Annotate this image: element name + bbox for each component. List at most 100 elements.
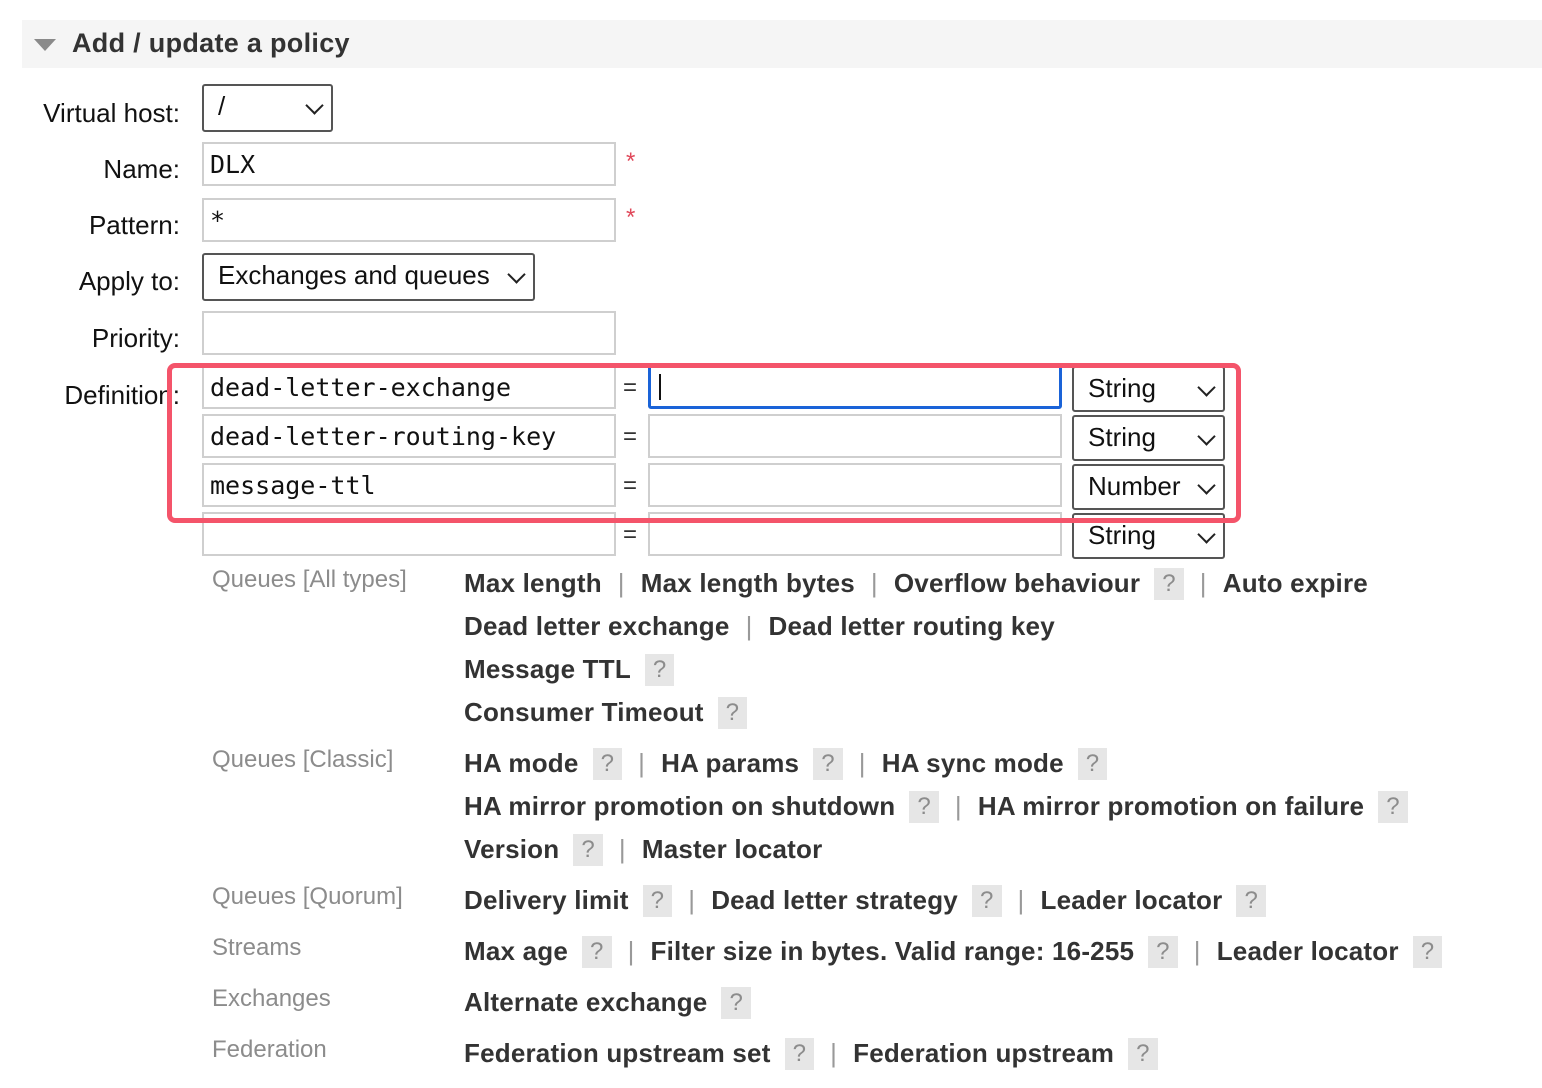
option-ha-promotion-failure[interactable]: HA mirror promotion on failure (978, 791, 1364, 821)
option-ha-mode[interactable]: HA mode (464, 748, 579, 778)
option-max-length[interactable]: Max length (464, 568, 602, 598)
equals-sign: = (623, 423, 638, 450)
pattern-label: Pattern: (88, 210, 180, 240)
group-label-queues-all: Queues [All types] (212, 566, 407, 593)
options-line: Message TTL? (464, 654, 675, 686)
option-alternate-exchange[interactable]: Alternate exchange (464, 987, 707, 1017)
options-line: Version? | Master locator (464, 834, 822, 866)
definition-type-value: String (1088, 373, 1156, 403)
help-button[interactable]: ? (642, 885, 673, 917)
definition-label: Definition: (64, 380, 180, 410)
separator: | (617, 568, 625, 598)
option-ha-promotion-shutdown[interactable]: HA mirror promotion on shutdown (464, 791, 895, 821)
separator: | (954, 791, 962, 821)
option-ha-sync-mode[interactable]: HA sync mode (882, 748, 1064, 778)
priority-label: Priority: (91, 323, 180, 353)
definition-type-select[interactable]: String (1072, 366, 1225, 412)
help-button[interactable]: ? (1128, 1038, 1158, 1070)
option-max-length-bytes[interactable]: Max length bytes (641, 568, 855, 598)
option-federation-upstream[interactable]: Federation upstream (853, 1038, 1114, 1068)
option-overflow-behaviour[interactable]: Overflow behaviour (894, 568, 1140, 598)
vhost-select[interactable]: / (202, 84, 333, 132)
help-button[interactable]: ? (1077, 748, 1108, 780)
apply-to-value: Exchanges and queues (218, 260, 490, 290)
option-leader-locator[interactable]: Leader locator (1040, 885, 1222, 915)
vhost-label: Virtual host: (43, 98, 180, 128)
text-cursor (659, 374, 661, 400)
chevron-down-icon (1197, 378, 1216, 397)
chevron-down-icon (1197, 476, 1216, 495)
help-button[interactable]: ? (717, 697, 748, 729)
section-header[interactable]: Add / update a policy (22, 20, 1542, 68)
help-button[interactable]: ? (784, 1038, 815, 1070)
help-button[interactable]: ? (1236, 885, 1267, 917)
equals-sign: = (623, 521, 638, 548)
help-button[interactable]: ? (592, 748, 623, 780)
separator: | (627, 936, 635, 966)
option-dead-letter-exchange[interactable]: Dead letter exchange (464, 611, 730, 641)
option-max-age[interactable]: Max age (464, 936, 568, 966)
definition-type-select[interactable]: String (1072, 415, 1225, 461)
definition-type-value: Number (1088, 471, 1181, 501)
separator: | (830, 1038, 838, 1068)
definition-key-input[interactable]: message-ttl (202, 463, 616, 507)
help-button[interactable]: ? (971, 885, 1002, 917)
option-ha-params[interactable]: HA params (661, 748, 799, 778)
option-stream-leader-locator[interactable]: Leader locator (1217, 936, 1399, 966)
option-dead-letter-routing-key[interactable]: Dead letter routing key (769, 611, 1055, 641)
option-dead-letter-strategy[interactable]: Dead letter strategy (711, 885, 958, 915)
help-button[interactable]: ? (1154, 568, 1184, 600)
help-button[interactable]: ? (721, 987, 752, 1019)
equals-sign: = (623, 472, 638, 499)
option-master-locator[interactable]: Master locator (642, 834, 823, 864)
group-label-streams: Streams (212, 934, 302, 961)
separator: | (858, 748, 866, 778)
definition-type-select[interactable]: Number (1072, 464, 1225, 510)
options-line: Dead letter exchange | Dead letter routing… (464, 611, 1055, 642)
definition-value-input[interactable] (648, 365, 1062, 409)
help-button[interactable]: ? (1378, 791, 1408, 823)
help-button[interactable]: ? (1148, 936, 1178, 968)
help-button[interactable]: ? (582, 936, 612, 968)
definition-key-input[interactable]: dead-letter-routing-key (202, 414, 616, 458)
separator: | (870, 568, 878, 598)
apply-to-label: Apply to: (78, 266, 180, 296)
definition-type-value: String (1088, 422, 1156, 452)
options-line: Max age? | Filter size in bytes. Valid ran… (464, 936, 1443, 968)
definition-type-select[interactable]: String (1072, 513, 1225, 559)
collapse-triangle-icon[interactable] (34, 39, 56, 51)
definition-value-input[interactable] (648, 414, 1062, 458)
required-marker: * (626, 204, 636, 231)
apply-to-select[interactable]: Exchanges and queues (202, 253, 535, 301)
definition-value-input[interactable] (648, 463, 1062, 507)
help-button[interactable]: ? (1412, 936, 1443, 968)
help-button[interactable]: ? (644, 654, 675, 686)
pattern-input[interactable]: * (202, 198, 616, 242)
option-filter-size[interactable]: Filter size in bytes. Valid range: 16-25… (651, 936, 1135, 966)
definition-key-input[interactable]: dead-letter-exchange (202, 365, 616, 409)
name-input[interactable]: DLX (202, 142, 616, 186)
definition-key-input[interactable] (202, 512, 616, 556)
chevron-down-icon (1197, 525, 1216, 544)
option-version[interactable]: Version (464, 834, 559, 864)
help-button[interactable]: ? (813, 748, 843, 780)
priority-input[interactable] (202, 311, 616, 355)
option-auto-expire[interactable]: Auto expire (1223, 568, 1368, 598)
separator: | (688, 885, 696, 915)
option-message-ttl[interactable]: Message TTL (464, 654, 631, 684)
equals-sign: = (623, 374, 638, 401)
separator: | (618, 834, 626, 864)
options-line: Alternate exchange? (464, 987, 752, 1019)
help-button[interactable]: ? (573, 834, 603, 866)
chevron-down-icon (507, 265, 526, 284)
definition-value-input[interactable] (648, 512, 1062, 556)
option-delivery-limit[interactable]: Delivery limit (464, 885, 629, 915)
required-marker: * (626, 148, 636, 175)
chevron-down-icon (1197, 427, 1216, 446)
option-consumer-timeout[interactable]: Consumer Timeout (464, 697, 704, 727)
help-button[interactable]: ? (909, 791, 939, 823)
options-line: Max length | Max length bytes | Overflow beh… (464, 568, 1368, 600)
separator: | (638, 748, 646, 778)
option-federation-upstream-set[interactable]: Federation upstream set (464, 1038, 771, 1068)
options-line: Consumer Timeout? (464, 697, 748, 729)
